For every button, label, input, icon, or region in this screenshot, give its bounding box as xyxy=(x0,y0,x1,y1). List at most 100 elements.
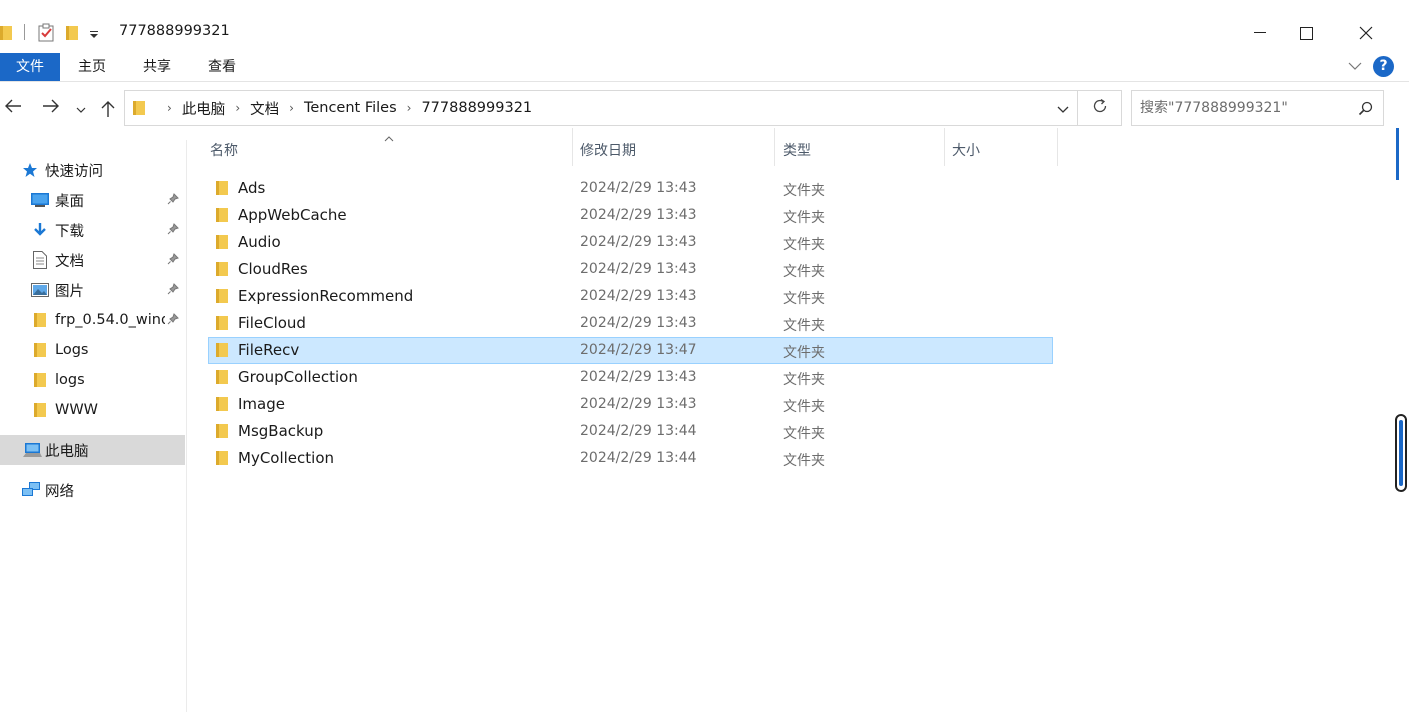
breadcrumb-tencent-files[interactable]: Tencent Files xyxy=(304,100,397,116)
pin-icon[interactable] xyxy=(167,313,179,329)
file-row[interactable]: Audio 2024/2/29 13:43 文件夹 xyxy=(208,229,1053,256)
sidebar-item-network[interactable]: 网络 xyxy=(0,475,185,505)
file-name: FileRecv xyxy=(238,341,300,359)
file-row[interactable]: FileCloud 2024/2/29 13:43 文件夹 xyxy=(208,310,1053,337)
file-row[interactable]: ExpressionRecommend 2024/2/29 13:43 文件夹 xyxy=(208,283,1053,310)
sidebar-item-www[interactable]: WWW xyxy=(0,395,185,425)
folder-icon xyxy=(216,261,228,281)
column-type[interactable]: 类型 xyxy=(775,128,945,166)
close-button[interactable] xyxy=(1343,14,1389,52)
up-button[interactable] xyxy=(100,100,116,122)
expand-ribbon-icon[interactable] xyxy=(1348,59,1362,77)
sidebar-item-logs[interactable]: Logs xyxy=(0,335,185,365)
sidebar-item-frp[interactable]: frp_0.54.0_windows xyxy=(0,305,185,335)
file-row[interactable]: GroupCollection 2024/2/29 13:43 文件夹 xyxy=(208,364,1053,391)
back-button[interactable] xyxy=(4,98,22,118)
sidebar-item-label: 图片 xyxy=(55,283,84,300)
file-type: 文件夹 xyxy=(783,210,825,226)
new-folder-icon[interactable] xyxy=(66,25,78,45)
forward-button[interactable] xyxy=(42,98,60,118)
file-date: 2024/2/29 13:47 xyxy=(580,342,697,358)
scrollbar-thumb[interactable] xyxy=(1395,414,1407,492)
folder-icon xyxy=(216,315,228,335)
pin-icon[interactable] xyxy=(167,223,179,239)
tab-share[interactable]: 共享 xyxy=(131,53,183,81)
file-type: 文件夹 xyxy=(783,264,825,280)
vertical-scrollbar[interactable] xyxy=(1395,128,1409,712)
file-type: 文件夹 xyxy=(783,426,825,442)
file-row[interactable]: MsgBackup 2024/2/29 13:44 文件夹 xyxy=(208,418,1053,445)
file-type: 文件夹 xyxy=(783,237,825,253)
scroll-indicator xyxy=(1396,128,1399,180)
file-list: 名称 修改日期 类型 大小 Ads 2024/2/29 13:43 文件夹 Ap… xyxy=(188,128,1393,712)
file-name: GroupCollection xyxy=(238,368,358,386)
sidebar-item-this-pc[interactable]: 此电脑 xyxy=(0,435,185,465)
file-date: 2024/2/29 13:43 xyxy=(580,396,697,412)
computer-icon xyxy=(22,442,42,458)
recent-locations-button[interactable] xyxy=(76,102,86,118)
sidebar-item-downloads[interactable]: 下载 xyxy=(0,215,185,245)
close-icon xyxy=(1359,26,1373,40)
ribbon: 文件 主页 共享 查看 ? xyxy=(0,53,1409,82)
file-row[interactable]: AppWebCache 2024/2/29 13:43 文件夹 xyxy=(208,202,1053,229)
tab-view[interactable]: 查看 xyxy=(196,53,248,81)
refresh-button[interactable] xyxy=(1078,90,1122,126)
pin-icon[interactable] xyxy=(167,253,179,269)
maximize-button[interactable] xyxy=(1283,14,1329,52)
chevron-right-icon[interactable]: › xyxy=(235,101,240,115)
pin-icon[interactable] xyxy=(167,283,179,299)
chevron-right-icon[interactable]: › xyxy=(407,101,412,115)
chevron-right-icon[interactable]: › xyxy=(167,101,172,115)
search-input[interactable] xyxy=(1140,91,1350,125)
file-date: 2024/2/29 13:43 xyxy=(580,315,697,331)
sidebar-item-quick-access[interactable]: 快速访问 xyxy=(0,155,185,185)
file-type: 文件夹 xyxy=(783,372,825,388)
folder-icon xyxy=(216,423,228,443)
file-row-selected[interactable]: FileRecv 2024/2/29 13:47 文件夹 xyxy=(208,337,1053,364)
column-name[interactable]: 名称 xyxy=(202,128,573,166)
document-icon xyxy=(33,251,47,269)
scrollbar-thumb-fill xyxy=(1399,420,1403,486)
minimize-icon xyxy=(1254,32,1266,34)
address-bar[interactable]: › 此电脑 › 文档 › Tencent Files › 77788899932… xyxy=(124,90,1078,126)
column-header-row: 名称 修改日期 类型 大小 xyxy=(188,128,1058,166)
column-size[interactable]: 大小 xyxy=(944,128,1058,166)
minimize-button[interactable] xyxy=(1237,14,1283,52)
file-date: 2024/2/29 13:44 xyxy=(580,423,697,439)
folder-icon xyxy=(216,288,228,308)
folder-icon xyxy=(34,342,46,358)
tab-home[interactable]: 主页 xyxy=(66,53,118,81)
file-type: 文件夹 xyxy=(783,453,825,469)
file-row[interactable]: MyCollection 2024/2/29 13:44 文件夹 xyxy=(208,445,1053,472)
folder-icon xyxy=(34,312,46,328)
sidebar-item-documents[interactable]: 文档 xyxy=(0,245,185,275)
column-date-modified[interactable]: 修改日期 xyxy=(572,128,775,166)
search-icon[interactable] xyxy=(1358,101,1373,120)
file-row[interactable]: Ads 2024/2/29 13:43 文件夹 xyxy=(208,175,1053,202)
sidebar-item-logs-lower[interactable]: logs xyxy=(0,365,185,395)
pin-icon[interactable] xyxy=(167,193,179,209)
file-name: FileCloud xyxy=(238,314,306,332)
toolbar-separator xyxy=(24,24,25,40)
file-date: 2024/2/29 13:43 xyxy=(580,288,697,304)
navigation-pane: 快速访问 桌面 下载 文档 图片 frp_0.54.0_windows xyxy=(0,140,187,712)
folder-icon xyxy=(216,234,228,254)
file-name: MsgBackup xyxy=(238,422,324,440)
sidebar-item-desktop[interactable]: 桌面 xyxy=(0,185,185,215)
search-box[interactable] xyxy=(1131,90,1384,126)
help-icon[interactable]: ? xyxy=(1373,56,1394,77)
folder-icon xyxy=(216,207,228,227)
file-row[interactable]: CloudRes 2024/2/29 13:43 文件夹 xyxy=(208,256,1053,283)
file-row[interactable]: Image 2024/2/29 13:43 文件夹 xyxy=(208,391,1053,418)
customize-dropdown-icon[interactable] xyxy=(89,28,99,44)
address-dropdown-icon[interactable] xyxy=(1057,102,1069,118)
sidebar-item-label: 快速访问 xyxy=(45,163,103,180)
tab-file[interactable]: 文件 xyxy=(0,53,60,81)
sidebar-item-pictures[interactable]: 图片 xyxy=(0,275,185,305)
chevron-right-icon[interactable]: › xyxy=(289,101,294,115)
sidebar-item-label: Logs xyxy=(55,342,89,358)
breadcrumb-documents[interactable]: 文档 xyxy=(250,98,279,119)
breadcrumb-current-folder[interactable]: 777888999321 xyxy=(421,100,532,116)
properties-icon[interactable] xyxy=(38,23,55,46)
breadcrumb-this-pc[interactable]: 此电脑 xyxy=(182,98,226,119)
